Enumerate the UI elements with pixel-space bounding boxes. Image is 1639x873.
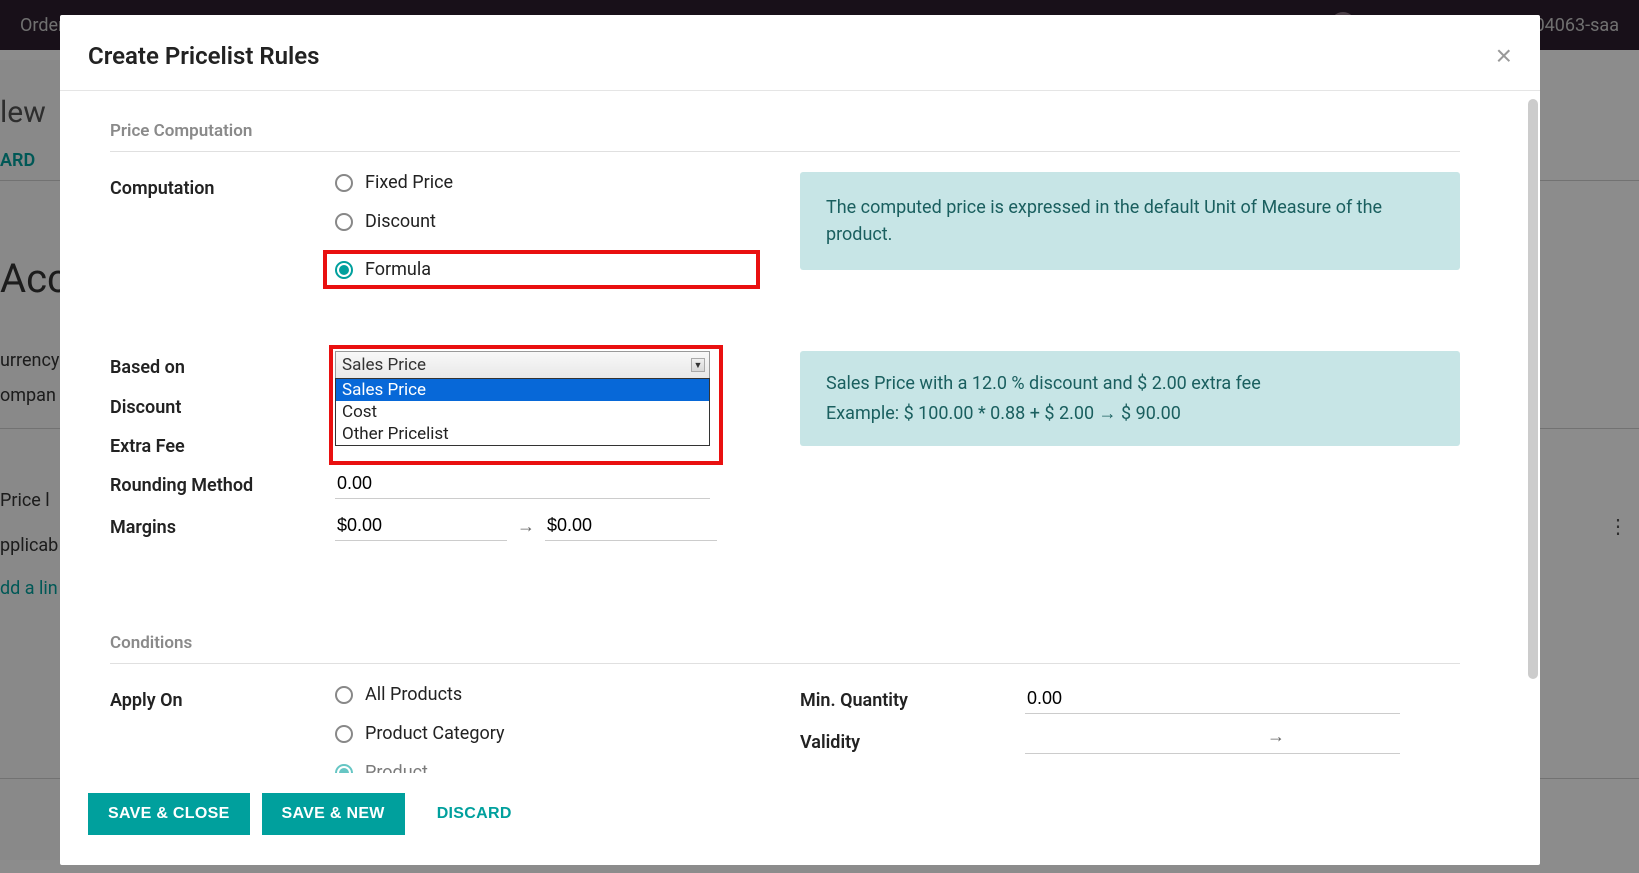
modal-header: Create Pricelist Rules × [60,15,1540,91]
info-formula-line1: Sales Price with a 12.0 % discount and $… [826,369,1434,399]
radio-all-products[interactable]: All Products [335,684,760,705]
validity-end-input[interactable] [1295,726,1527,747]
validity-start-input[interactable] [1025,726,1257,747]
section-price-computation: Price Computation [110,121,1460,141]
radio-product-category[interactable]: Product Category [335,723,760,744]
rounding-method-input[interactable] [335,469,710,499]
scrollbar-thumb[interactable] [1528,99,1538,679]
arrow-right-icon: → [517,516,535,537]
label-discount: Discount [110,391,335,418]
modal-body: Price Computation Computation Fixed Pric… [60,91,1540,773]
radio-formula-label: Formula [365,259,431,280]
radio-icon [335,174,353,192]
radio-icon [335,725,353,743]
based-on-selected: Sales Price [342,355,426,375]
radio-product[interactable]: Product [335,762,760,773]
label-apply-on: Apply On [110,684,335,711]
chevron-down-icon: ▼ [691,358,705,372]
label-margins: Margins [110,511,335,538]
option-sales-price[interactable]: Sales Price [336,379,709,401]
radio-fixed-price[interactable]: Fixed Price [335,172,760,193]
label-computation: Computation [110,172,335,199]
option-other-pricelist[interactable]: Other Pricelist [336,423,709,445]
modal-footer: SAVE & CLOSE SAVE & NEW DISCARD [60,773,1540,865]
arrow-right-icon: → [1267,726,1285,747]
radio-product-category-label: Product Category [365,723,504,744]
radio-icon [335,686,353,704]
radio-icon [335,764,353,774]
highlight-formula: Formula [323,250,760,289]
close-icon[interactable]: × [1496,40,1512,72]
save-new-button[interactable]: SAVE & NEW [262,793,405,835]
label-min-quantity: Min. Quantity [800,684,1025,711]
modal-title: Create Pricelist Rules [88,42,320,70]
option-cost[interactable]: Cost [336,401,709,423]
save-close-button[interactable]: SAVE & CLOSE [88,793,250,835]
margin-max-input[interactable] [545,511,717,541]
info-formula-line2: Example: $ 100.00 * 0.88 + $ 2.00 → $ 90… [826,399,1434,429]
radio-product-label: Product [365,762,428,773]
based-on-select[interactable]: Sales Price ▼ [335,351,710,379]
label-rounding-method: Rounding Method [110,469,335,496]
info-formula-example: Sales Price with a 12.0 % discount and $… [800,351,1460,446]
create-pricelist-rules-modal: Create Pricelist Rules × Price Computati… [60,15,1540,865]
min-quantity-input[interactable] [1025,684,1400,714]
divider [110,663,1460,664]
margin-min-input[interactable] [335,511,507,541]
radio-icon [335,261,353,279]
divider [110,151,1460,152]
radio-discount-label: Discount [365,211,436,232]
radio-icon [335,213,353,231]
based-on-options: Sales Price Cost Other Pricelist [335,378,710,446]
radio-all-products-label: All Products [365,684,462,705]
radio-formula[interactable]: Formula [335,259,431,280]
radio-fixed-price-label: Fixed Price [365,172,453,193]
radio-discount[interactable]: Discount [335,211,760,232]
label-based-on: Based on [110,351,335,378]
discard-button[interactable]: DISCARD [417,793,532,835]
label-extra-fee: Extra Fee [110,430,335,457]
section-conditions: Conditions [110,633,1460,653]
label-validity: Validity [800,726,1025,753]
info-uom: The computed price is expressed in the d… [800,172,1460,270]
